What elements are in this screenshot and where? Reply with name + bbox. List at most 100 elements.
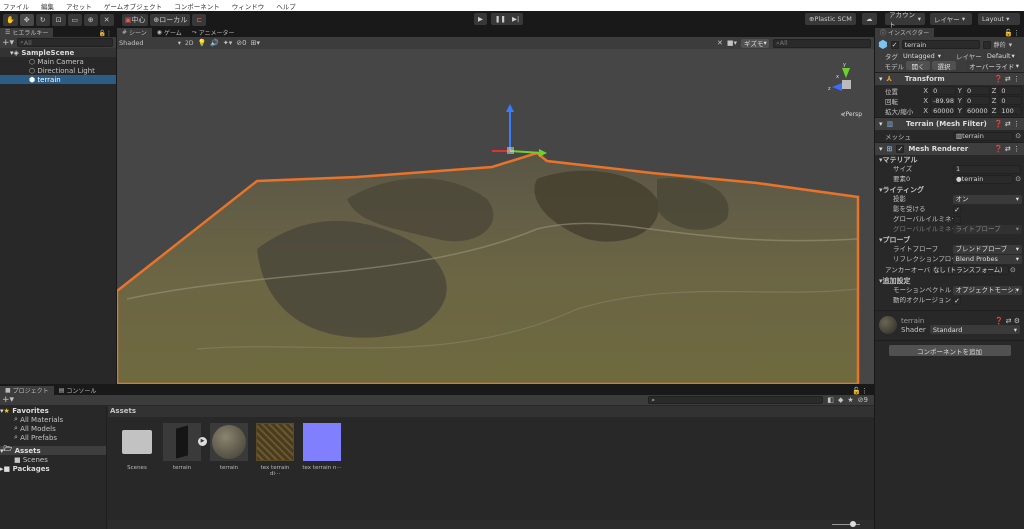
scale-x[interactable]: 60000	[930, 106, 956, 115]
open-model-button[interactable]: 開く	[906, 61, 930, 70]
scale-tool-icon[interactable]: ⊡	[51, 13, 66, 26]
rotation-z[interactable]: 0	[998, 96, 1022, 105]
object-picker-icon[interactable]: ⊙	[1015, 176, 1021, 183]
rotate-tool-icon[interactable]: ↻	[35, 13, 50, 26]
rotation-x[interactable]: -89.98	[930, 96, 956, 105]
component-menu-icons[interactable]: ❓ ⇄ ⋮	[994, 145, 1024, 153]
lighting-foldout[interactable]: ▾ ライティング	[879, 186, 1022, 195]
object-picker-icon[interactable]: ⊙	[1010, 266, 1016, 274]
menu-help[interactable]: ヘルプ	[276, 1, 296, 11]
scene-row[interactable]: ▾ ◈ SampleScene	[0, 48, 116, 57]
project-search-input[interactable]: ⌕	[648, 396, 824, 404]
asset-item[interactable]: terrain	[209, 423, 249, 471]
menu-edit[interactable]: 編集	[41, 1, 54, 11]
transform-header[interactable]: ▾ ⅄ Transform ❓ ⇄ ⋮	[875, 72, 1024, 85]
camera-dropdown-icon[interactable]: ■▾	[727, 39, 737, 47]
2d-toggle[interactable]: 2D	[185, 40, 193, 47]
space-button[interactable]: ⊕ ローカル	[150, 13, 191, 26]
z-axis-cone[interactable]	[832, 83, 842, 91]
tab-scene[interactable]: # シーン	[117, 28, 152, 37]
tab-hierarchy[interactable]: ☰ ヒエラルキー	[0, 28, 54, 37]
menu-gameobject[interactable]: ゲームオブジェクト	[104, 1, 162, 11]
mesh-renderer-enabled-checkbox[interactable]: ✓	[896, 145, 905, 153]
shading-dropdown[interactable]: Shaded ▾	[119, 39, 181, 47]
add-component-button[interactable]: コンポーネントを追加	[888, 345, 1011, 356]
audio-toggle-icon[interactable]: 🔊	[210, 39, 219, 47]
tab-console[interactable]: ▤ コンソール	[54, 386, 102, 395]
lock-icon[interactable]: 🔓⋮	[1004, 29, 1024, 37]
tab-game[interactable]: ◉ ゲーム	[152, 28, 187, 37]
hidden-packages-toggle[interactable]: ⊘9	[858, 396, 874, 404]
gizmo-center[interactable]	[842, 80, 851, 89]
component-menu-icons[interactable]: ❓ ⇄ ⋮	[994, 120, 1024, 128]
overrides-dropdown[interactable]: オーバーライド ▾	[966, 61, 1022, 70]
mesh-filter-header[interactable]: ▾ ▥ Terrain (Mesh Filter) ❓ ⇄ ⋮	[875, 117, 1024, 130]
tab-inspector[interactable]: ⓘ インスペクター	[875, 28, 935, 37]
tree-item[interactable]: ■ Scenes	[0, 455, 106, 464]
favorite-icon[interactable]: ★	[847, 396, 853, 404]
cloud-icon[interactable]: ☁	[862, 13, 877, 25]
probes-foldout[interactable]: ▾ プローブ	[879, 236, 1022, 245]
object-picker-icon[interactable]: ⊙	[1015, 132, 1021, 140]
mesh-renderer-header[interactable]: ▾ ⊞ ✓ Mesh Renderer ❓ ⇄ ⋮	[875, 142, 1024, 155]
asset-item[interactable]: terrain	[162, 423, 202, 471]
menu-window[interactable]: ウィンドウ	[232, 1, 265, 11]
layer-dropdown[interactable]: Default ▾	[983, 51, 1018, 60]
tab-project[interactable]: ■ プロジェクト	[0, 386, 54, 395]
account-dropdown[interactable]: アカウント ▾	[885, 11, 925, 29]
rotation-y[interactable]: 0	[963, 96, 990, 105]
y-axis-cone[interactable]	[842, 68, 850, 78]
create-button[interactable]: +▾	[2, 395, 14, 405]
size-input[interactable]: 1	[953, 165, 1021, 174]
scene-search-input[interactable]: ⌕ All	[773, 38, 871, 48]
mesh-field[interactable]: ▥ terrain	[953, 131, 1013, 141]
transform-tool-icon[interactable]: ⊕	[83, 13, 98, 26]
slider-handle[interactable]	[850, 521, 856, 527]
scene-viewport[interactable]: y x z ⋞Persp	[117, 49, 874, 384]
view-orientation-gizmo[interactable]: y x z	[828, 62, 864, 108]
favorites-foldout[interactable]: ▾ ★ Favorites	[0, 406, 106, 415]
plastic-scm-button[interactable]: ⊕ Plastic SCM	[805, 13, 856, 25]
effects-dropdown-icon[interactable]: ✦▾	[223, 39, 232, 47]
layout-dropdown[interactable]: Layout ▾	[978, 13, 1020, 25]
projection-toggle[interactable]: ⋞Persp	[840, 111, 862, 118]
object-name-input[interactable]: terrain	[901, 40, 980, 49]
breadcrumb-assets[interactable]: Assets	[110, 407, 136, 415]
hierarchy-item[interactable]: ⬡ Main Camera	[0, 57, 116, 66]
cast-shadows-dropdown[interactable]: オン ▾	[952, 195, 1022, 204]
menu-assets[interactable]: アセット	[66, 1, 92, 11]
motion-vectors-dropdown[interactable]: オブジェクトモーションごと▾	[952, 286, 1022, 295]
position-x[interactable]: 0	[930, 86, 956, 95]
menu-component[interactable]: コンポーネント	[174, 1, 220, 11]
add-button[interactable]: +▾	[2, 38, 14, 48]
gizmos-dropdown[interactable]: ギズモ ▾	[741, 38, 769, 48]
grid-dropdown-icon[interactable]: ⊞▾	[251, 39, 260, 47]
assets-folder[interactable]: ▾ 🗁 Assets	[0, 445, 106, 455]
scale-y[interactable]: 60000	[963, 106, 990, 115]
hierarchy-item[interactable]: ⬡ Directional Light	[0, 66, 116, 75]
lock-icon[interactable]: 🔓⋮	[99, 30, 116, 37]
tab-animator[interactable]: ⤳ アニメーター	[187, 28, 240, 38]
step-button[interactable]: ▶|	[508, 13, 524, 25]
layers-dropdown[interactable]: レイヤー ▾	[930, 13, 972, 25]
hierarchy-search-input[interactable]: ⌕ All	[17, 38, 113, 47]
light-probes-dropdown[interactable]: ブレンドプローブ ▾	[952, 245, 1022, 254]
position-z[interactable]: 0	[998, 86, 1022, 95]
tools-icon[interactable]: ✕	[717, 39, 723, 47]
search-by-type-icon[interactable]: ◧	[827, 396, 834, 404]
contribute-gi-checkbox[interactable]	[953, 215, 961, 224]
asset-item[interactable]: Scenes	[117, 423, 157, 471]
receive-shadows-checkbox[interactable]: ✓	[953, 205, 961, 214]
element0-field[interactable]: ● terrain	[953, 175, 1013, 184]
search-by-label-icon[interactable]: ◆	[838, 396, 843, 404]
additional-settings-foldout[interactable]: ▾ 追加設定	[879, 277, 1022, 286]
dynamic-occlusion-checkbox[interactable]: ✓	[953, 296, 961, 305]
position-y[interactable]: 0	[963, 86, 990, 95]
expand-prefab-icon[interactable]: ▶	[198, 437, 207, 446]
snap-icon[interactable]: ⊏	[192, 13, 207, 26]
material-menu-icons[interactable]: ❓ ⇄ ⚙	[995, 317, 1020, 325]
rect-tool-icon[interactable]: ▭	[67, 13, 82, 26]
reflection-probes-dropdown[interactable]: Blend Probes ▾	[952, 255, 1022, 264]
receive-gi-dropdown[interactable]: ライトプローブ ▾	[952, 225, 1022, 234]
asset-item[interactable]: tex terrain n···	[302, 423, 342, 471]
